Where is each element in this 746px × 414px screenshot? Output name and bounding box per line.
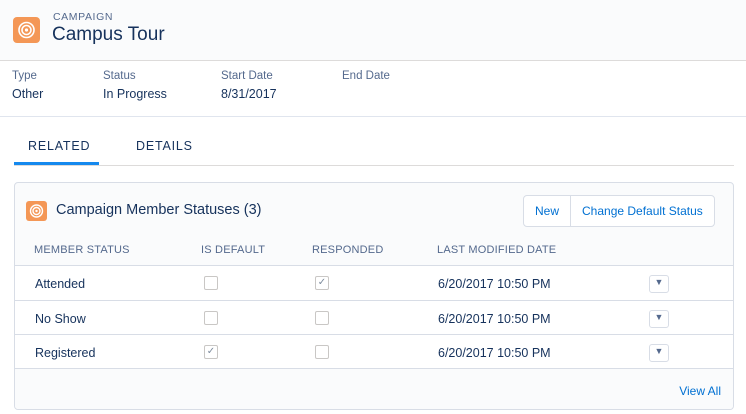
chevron-down-icon: ▼ bbox=[654, 312, 664, 322]
card-footer: View All bbox=[15, 368, 733, 409]
tab-bar: RELATED DETAILS bbox=[0, 117, 746, 166]
related-list-card: Campaign Member Statuses (3) New Change … bbox=[14, 182, 734, 410]
row-actions-button[interactable]: ▼ bbox=[649, 275, 669, 293]
field-end-date: End Date bbox=[342, 70, 390, 87]
tab-details[interactable]: DETAILS bbox=[136, 139, 193, 153]
field-label: Type bbox=[12, 70, 37, 82]
campaign-icon bbox=[13, 17, 40, 43]
table-header: MEMBER STATUS IS DEFAULT RESPONDED LAST … bbox=[15, 235, 733, 264]
is-default-checkbox bbox=[204, 276, 218, 290]
button-group: New Change Default Status bbox=[523, 195, 715, 227]
last-modified-cell: 6/20/2017 10:50 PM bbox=[438, 312, 551, 326]
field-label: Status bbox=[103, 70, 136, 82]
tab-related[interactable]: RELATED bbox=[28, 139, 90, 153]
is-default-checkbox bbox=[204, 311, 218, 325]
change-default-status-button[interactable]: Change Default Status bbox=[570, 196, 714, 226]
field-label: End Date bbox=[342, 70, 390, 82]
member-status-cell: Registered bbox=[35, 346, 96, 360]
column-header-responded: RESPONDED bbox=[312, 244, 384, 256]
tab-divider bbox=[14, 165, 734, 166]
field-value: In Progress bbox=[103, 87, 167, 101]
last-modified-cell: 6/20/2017 10:50 PM bbox=[438, 346, 551, 360]
table-row: No Show 6/20/2017 10:50 PM ▼ bbox=[15, 300, 733, 335]
responded-checkbox: ✓ bbox=[315, 276, 329, 290]
campaign-icon bbox=[26, 201, 47, 221]
field-value: Other bbox=[12, 87, 44, 101]
chevron-down-icon: ▼ bbox=[654, 346, 664, 356]
record-header: CAMPAIGN Campus Tour bbox=[0, 0, 746, 61]
field-value: 8/31/2017 bbox=[221, 87, 277, 101]
related-list-title[interactable]: Campaign Member Statuses (3) bbox=[56, 202, 262, 218]
responded-checkbox bbox=[315, 311, 329, 325]
is-default-checkbox: ✓ bbox=[204, 345, 218, 359]
chevron-down-icon: ▼ bbox=[654, 277, 664, 287]
table-row: Attended ✓ 6/20/2017 10:50 PM ▼ bbox=[15, 265, 733, 300]
field-start-date: Start Date 8/31/2017 bbox=[221, 70, 277, 101]
field-status: Status In Progress bbox=[103, 70, 167, 101]
last-modified-cell: 6/20/2017 10:50 PM bbox=[438, 277, 551, 291]
table-row: Registered ✓ 6/20/2017 10:50 PM ▼ bbox=[15, 334, 733, 369]
row-actions-button[interactable]: ▼ bbox=[649, 344, 669, 362]
row-actions-button[interactable]: ▼ bbox=[649, 310, 669, 328]
field-label: Start Date bbox=[221, 70, 273, 82]
highlights-panel: Type Other Status In Progress Start Date… bbox=[0, 61, 746, 117]
column-header-member-status: MEMBER STATUS bbox=[34, 244, 130, 256]
column-header-is-default: IS DEFAULT bbox=[201, 244, 266, 256]
new-button[interactable]: New bbox=[524, 196, 570, 226]
record-type-label: CAMPAIGN bbox=[53, 11, 114, 23]
responded-checkbox bbox=[315, 345, 329, 359]
member-status-cell: Attended bbox=[35, 277, 86, 291]
field-type: Type Other bbox=[12, 70, 43, 101]
member-status-cell: No Show bbox=[35, 312, 86, 326]
column-header-last-modified-date: LAST MODIFIED DATE bbox=[437, 244, 557, 256]
page-title: Campus Tour bbox=[52, 24, 165, 45]
view-all-link[interactable]: View All bbox=[679, 384, 721, 398]
